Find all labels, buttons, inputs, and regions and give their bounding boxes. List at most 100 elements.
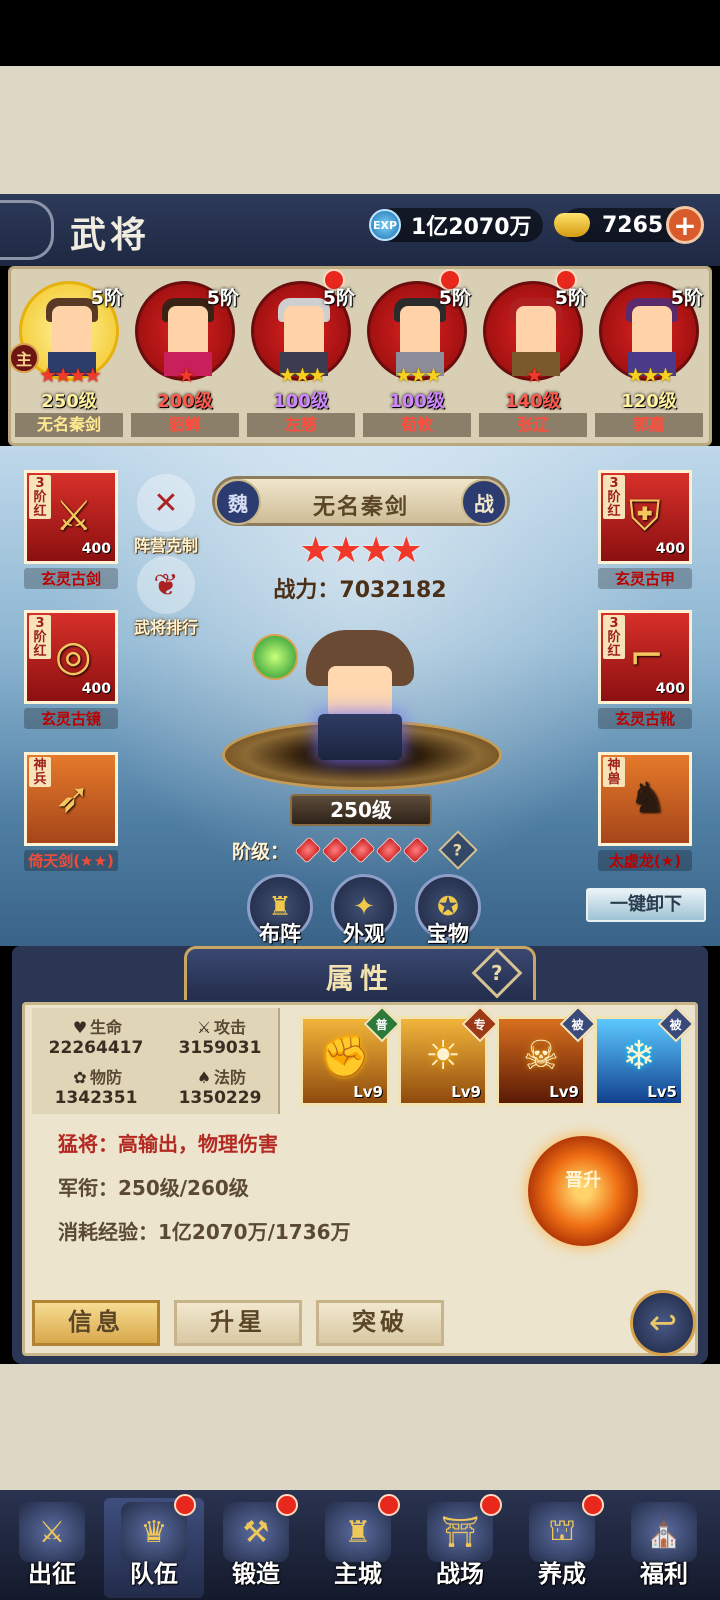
hero-stars: ★ [525,363,544,387]
skill-slot[interactable]: ❄ 被 Lv5 [594,1005,695,1106]
hero-detail-stars: ★★★★ [299,530,422,571]
hero-level: 120级 [621,391,677,412]
unequip-all-button[interactable]: 一键卸下 [586,888,706,922]
nav-cultivate[interactable]: ⛫ 养成 [512,1494,612,1598]
armor-icon: ⛨ [629,491,661,540]
hero-card[interactable]: 5阶 ★ 140级 张辽 [477,269,587,437]
nav-welfare[interactable]: ⛪ 福利 [614,1498,714,1598]
hero-level: 100级 [273,391,329,412]
notification-dot [582,1494,604,1516]
hero-sprite[interactable] [300,630,420,760]
nav-expedition[interactable]: ⚔ 出征 [2,1498,102,1598]
formation-button[interactable]: ♜ 布阵 [238,874,322,948]
soul-orb-icon[interactable] [252,634,298,680]
back-arrow-icon: ↩ [648,1303,678,1343]
hero-name: 张辽 [479,413,587,437]
hero-rank: 5阶 [554,287,587,309]
equip-tag: 3阶红 [29,615,51,659]
equip-tag: 3阶红 [603,615,625,659]
stat-physical-defense: ✿ 物防 1342351 [54,1068,138,1108]
equip-name: 玄灵古靴 [598,708,692,729]
exp-resource: EXP 1亿2070万 [369,208,543,242]
hero-level: 100级 [389,391,445,412]
nav-forge[interactable]: ⚒ 锻造 [206,1494,306,1598]
nation-badge: 魏 [215,479,261,525]
notification-dot [174,1494,196,1516]
treasure-button[interactable]: ✪ 宝物 [406,874,490,948]
hero-rank: 5阶 [438,287,471,309]
equip-name: 玄灵古甲 [598,568,692,589]
warrior-skill-icon: ☀ [425,1033,461,1079]
add-gold-button[interactable]: + [666,206,704,244]
helmet-icon: ♠ [196,1068,212,1087]
camp-restraint-button[interactable]: ✕ 阵营克制 [124,474,208,556]
hero-name: 荀攸 [363,413,471,437]
hero-roster: 主 5阶 ★★★★ 250级 无名秦剑 5阶 ★ 200级 貂蝉 5阶 ★★★ … [8,266,712,446]
heart-icon: ♥ [72,1018,88,1037]
grade-gem-icon [321,836,349,864]
mirror-icon: ◎ [55,631,92,680]
hero-card[interactable]: 5阶 ★★★ 100级 左慈 [245,269,355,437]
grade-help-button[interactable]: ? [438,830,478,870]
equip-slot-armor[interactable]: 3阶红 ⛨ 400 玄灵古甲 [598,470,692,589]
hero-ranking-button[interactable]: ❦ 武将排行 [124,556,208,638]
hero-rank: 5阶 [90,287,123,309]
top-banner-area [0,66,720,194]
ice-dragon-skill-icon: ❄ [622,1033,656,1079]
tab-info[interactable]: 信息 [32,1300,160,1346]
ranking-scroll-icon: ❦ [137,556,195,614]
hero-card[interactable]: 5阶 ★ 200级 貂蝉 [129,277,239,437]
stat-magic-defense: ♠ 法防 1350229 [178,1068,262,1108]
equip-power: 400 [655,541,685,557]
skill-level: Lv9 [549,1083,579,1101]
hero-card[interactable]: 5阶 ★★★ 120级 郭嘉 [593,277,703,437]
page-title: 武将 [70,214,151,256]
equip-name: 玄灵古剑 [24,568,118,589]
appearance-button[interactable]: ✦ 外观 [322,874,406,948]
sword-icon: ⚔ [55,491,93,540]
equip-power: 400 [655,681,685,697]
nav-battlefield[interactable]: ⛩ 战场 [410,1494,510,1598]
equip-slot-divine-weapon[interactable]: 神兵 ➶ 倚天剑(★★) [24,752,118,871]
hero-detail-level: 250级 [290,794,432,826]
grade-gem-icon [348,836,376,864]
promote-button[interactable]: 晋升 [528,1136,638,1246]
scroll-ornament-icon [0,200,54,260]
grade-gem-icon [375,836,403,864]
stats-box: ♥ 生命 22264417 ⚔ 攻击 3159031 ✿ 物防 1342351 ♠ 法防… [32,1008,280,1114]
tab-breakthrough[interactable]: 突破 [316,1300,444,1346]
equip-slot-weapon[interactable]: 3阶红 ⚔ 400 玄灵古剑 [24,470,118,589]
nav-team[interactable]: ♛ 队伍 [104,1494,204,1598]
notification-dot [378,1494,400,1516]
equip-tag: 3阶红 [29,475,51,519]
equip-slot-mirror[interactable]: 3阶红 ◎ 400 玄灵古镜 [24,610,118,729]
hero-card[interactable]: 主 5阶 ★★★★ 250级 无名秦剑 [9,277,123,437]
grade-label: 阶级： [232,840,290,863]
hero-card[interactable]: 5阶 ★★★ 100级 荀攸 [361,269,471,437]
nav-main-city[interactable]: ♜ 主城 [308,1494,408,1598]
equip-slot-divine-beast[interactable]: 神兽 ♞ 太虚龙(★) [598,752,692,871]
skill-slot[interactable]: ☠ 被 Lv9 [496,1005,597,1106]
stat-hp: ♥ 生命 22264417 [48,1018,144,1058]
skill-slot[interactable]: ✊ 普 Lv9 [300,1005,401,1106]
tab-star-up[interactable]: 升星 [174,1300,302,1346]
equip-tag: 神兽 [603,757,625,787]
notification-dot [276,1494,298,1516]
skill-level: Lv9 [451,1083,481,1101]
hero-level: 200级 [157,391,213,412]
hero-name: 貂蝉 [131,413,239,437]
attribute-title-tab: 属性 ? [184,946,536,1000]
equip-power: 400 [81,541,111,557]
gold-resource: 7265 + [554,206,704,244]
back-button[interactable]: ↩ [630,1290,696,1356]
equip-slot-boots[interactable]: 3阶红 ⌐ 400 玄灵古靴 [598,610,692,729]
military-rank-row: 军衔：250级/260级 [58,1176,249,1200]
boots-icon: ⌐ [629,631,665,680]
skill-level: Lv9 [353,1083,383,1101]
equip-name: 玄灵古镜 [24,708,118,729]
skill-slot[interactable]: ☀ 专 Lv9 [398,1005,499,1106]
bottom-nav: ⚔ 出征 ♛ 队伍 ⚒ 锻造 ♜ 主城 ⛩ 战场 ⛫ 养成 ⛪ 福利 [0,1490,720,1600]
skill-level: Lv5 [647,1083,677,1101]
hero-rank: 5阶 [670,287,703,309]
grade-gem-icon [294,836,322,864]
